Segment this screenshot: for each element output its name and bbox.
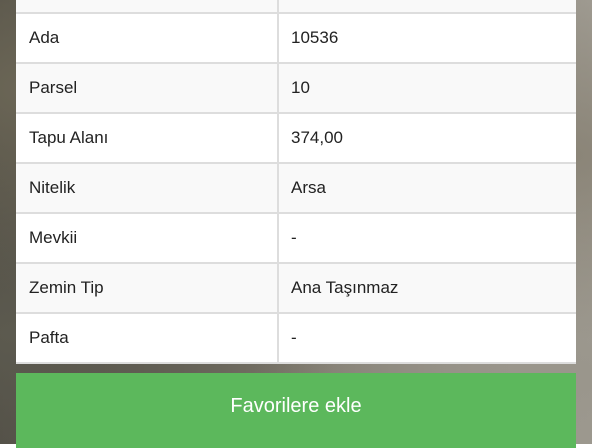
parcel-info-table: Ada 10536 Parsel 10 Tapu Alanı 374,00 Ni… (16, 0, 576, 364)
table-cell-label (16, 0, 279, 12)
table-cell-value: 10 (291, 78, 310, 97)
table-row-ada: Ada 10536 (16, 14, 576, 64)
table-cell-value (279, 0, 576, 12)
table-row-parsel: Parsel 10 (16, 64, 576, 114)
table-cell-label: Tapu Alanı (16, 114, 279, 162)
table-cell-label: Ada (16, 14, 279, 62)
table-row-pafta: Pafta - (16, 314, 576, 364)
table-row-mevkii: Mevkii - (16, 214, 576, 264)
table-row (16, 0, 576, 14)
table-cell-label: Mevkii (16, 214, 279, 262)
table-cell-label: Parsel (16, 64, 279, 112)
add-to-favorites-button[interactable]: Favorilere ekle (16, 373, 576, 448)
table-row-zemin-tip: Zemin Tip Ana Taşınmaz (16, 264, 576, 314)
table-cell-value: Arsa (291, 178, 326, 197)
table-row-nitelik: Nitelik Arsa (16, 164, 576, 214)
table-row-tapu-alani: Tapu Alanı 374,00 (16, 114, 576, 164)
table-cell-value: - (291, 328, 297, 347)
table-cell-value: Ana Taşınmaz (291, 278, 399, 297)
table-cell-value: - (291, 228, 297, 247)
table-cell-label: Nitelik (16, 164, 279, 212)
table-cell-value: 374,00 (291, 128, 343, 147)
table-cell-label: Pafta (16, 314, 279, 362)
table-cell-label: Zemin Tip (16, 264, 279, 312)
table-cell-value: 10536 (291, 28, 339, 47)
